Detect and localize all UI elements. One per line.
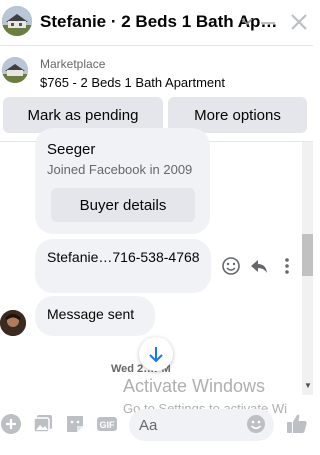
house-avatar-icon[interactable]: [2, 6, 32, 36]
buyer-details-button[interactable]: Buyer details: [51, 188, 195, 222]
sticker-icon[interactable]: [64, 413, 86, 435]
listing-title[interactable]: $765 - 2 Beds 1 Bath Apartment: [40, 75, 225, 90]
listing-thumbnail[interactable]: [2, 57, 28, 83]
reply-icon[interactable]: [249, 256, 269, 276]
watermark-title: Activate Windows: [123, 376, 266, 396]
more-icon[interactable]: [277, 256, 297, 276]
react-icon[interactable]: [221, 256, 241, 276]
profile-name: Seeger: [47, 141, 96, 158]
message-text: Message sent: [47, 306, 135, 322]
message-text: Stefanie…716-538-4768: [47, 249, 200, 265]
scroll-to-bottom-button[interactable]: [139, 337, 173, 371]
like-icon[interactable]: [285, 412, 309, 436]
plus-icon[interactable]: [0, 413, 22, 435]
marketplace-label: Marketplace: [40, 57, 106, 71]
svg-text:GIF: GIF: [100, 420, 116, 430]
scrollbar-thumb[interactable]: [302, 234, 313, 276]
photo-icon[interactable]: [32, 413, 54, 435]
scrollbar-down-arrow-icon[interactable]: ▼: [304, 381, 312, 390]
arrow-down-icon: [149, 347, 163, 363]
chevron-down-icon[interactable]: [240, 14, 254, 28]
chat-header: Stefanie · 2 Beds 1 Bath Ap…: [0, 0, 313, 46]
avatar[interactable]: [0, 310, 26, 336]
emoji-icon[interactable]: [246, 414, 266, 434]
profile-joined: Joined Facebook in 2009: [47, 162, 193, 177]
close-icon[interactable]: [289, 12, 309, 32]
minimize-icon[interactable]: [261, 22, 275, 24]
gif-icon[interactable]: GIF: [96, 413, 118, 435]
